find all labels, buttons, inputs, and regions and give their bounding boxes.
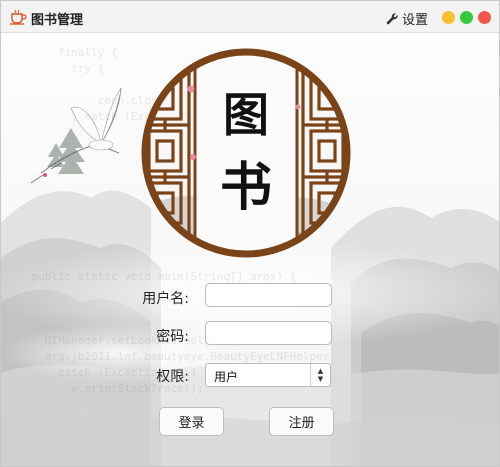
maximize-button[interactable] xyxy=(460,11,473,24)
title-bar[interactable]: 图书管理 设置 xyxy=(1,1,499,33)
settings-label: 设置 xyxy=(402,12,429,28)
username-input[interactable] xyxy=(205,283,332,307)
password-label: 密码: xyxy=(156,329,189,345)
wrench-icon xyxy=(386,12,398,24)
username-label: 用户名: xyxy=(142,291,189,307)
role-label: 权限: xyxy=(156,369,189,385)
close-button[interactable] xyxy=(478,11,491,24)
role-select[interactable]: 用户 ▲ ▼ xyxy=(205,363,331,387)
updown-arrows-icon[interactable]: ▲ ▼ xyxy=(310,364,330,386)
login-button[interactable]: 登录 xyxy=(159,407,224,436)
password-input[interactable] xyxy=(205,321,332,345)
coffee-cup-icon xyxy=(10,9,27,25)
register-button[interactable]: 注册 xyxy=(269,407,334,436)
settings-button[interactable]: 设置 xyxy=(386,9,429,28)
library-logo: 图 书 xyxy=(141,48,351,258)
logo-char-bottom: 书 xyxy=(220,158,272,218)
login-window: finally { try { conn.closeCon(con); } ca… xyxy=(0,0,500,467)
role-select-value: 用户 xyxy=(214,370,239,384)
window-title: 图书管理 xyxy=(31,13,84,28)
minimize-button[interactable] xyxy=(442,11,455,24)
logo-char-top: 图 xyxy=(223,88,269,142)
